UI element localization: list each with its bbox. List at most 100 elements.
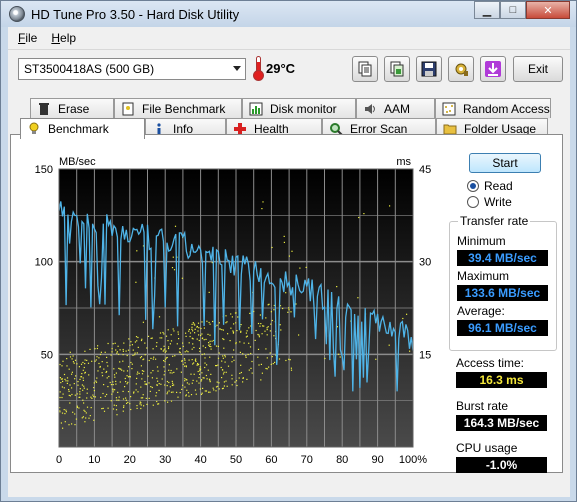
access-time-point — [126, 354, 128, 357]
access-time-point — [60, 422, 62, 424]
access-time-point — [135, 336, 138, 338]
access-time-point — [75, 418, 77, 420]
access-time-point — [116, 352, 118, 354]
title-bar[interactable]: HD Tune Pro 3.50 - Hard Disk Utility ▁ □… — [1, 1, 576, 27]
access-time-point — [163, 349, 165, 351]
access-time-point — [152, 348, 154, 350]
tab-aam-label: AAM — [384, 101, 411, 116]
access-time-point — [258, 336, 260, 338]
access-time-point — [222, 369, 224, 371]
access-time-point — [235, 380, 238, 382]
access-time-point — [182, 342, 184, 344]
access-time-point — [191, 348, 193, 350]
minimize-button[interactable]: ▁ — [474, 1, 500, 19]
access-time-point — [82, 379, 84, 381]
access-time-value: 16.3 ms — [456, 372, 547, 388]
access-time-point — [258, 364, 260, 366]
access-time-point — [266, 368, 268, 370]
access-time-point — [93, 387, 95, 389]
close-button[interactable]: ✕ — [526, 1, 570, 19]
access-time-point — [113, 404, 115, 406]
access-time-point — [137, 346, 139, 348]
access-time-point — [68, 368, 70, 370]
exit-button[interactable]: Exit — [513, 56, 563, 82]
access-time-point — [171, 372, 173, 374]
read-radio[interactable] — [467, 180, 479, 192]
access-time-point — [205, 338, 207, 340]
y2-tick-label: 30 — [419, 257, 431, 269]
access-time-point — [104, 351, 106, 353]
write-option[interactable]: Write — [467, 195, 512, 209]
access-time-point — [178, 338, 180, 340]
access-time-point — [266, 327, 268, 329]
access-time-point — [195, 360, 197, 362]
access-time-point — [271, 246, 273, 249]
access-time-point — [195, 393, 197, 395]
access-time-point — [221, 388, 224, 390]
access-time-point — [103, 410, 106, 412]
access-time-point — [138, 372, 140, 374]
access-time-point — [91, 397, 93, 399]
access-time-point — [174, 355, 176, 357]
access-time-point — [231, 316, 233, 318]
access-time-point — [72, 355, 74, 357]
start-button[interactable]: Start — [469, 153, 541, 173]
access-time-point — [194, 328, 196, 330]
access-time-point — [168, 369, 170, 371]
copy-image-button[interactable] — [384, 56, 410, 82]
drive-select[interactable]: ST3500418AS (500 GB) — [18, 58, 246, 80]
access-time-point — [266, 329, 268, 331]
maximize-button[interactable]: □ — [500, 1, 526, 19]
access-time-point — [193, 323, 195, 325]
access-time-point — [79, 391, 81, 393]
access-time-point — [209, 340, 211, 342]
access-time-point — [337, 353, 340, 355]
access-time-point — [274, 361, 276, 363]
download-button[interactable] — [480, 56, 506, 82]
access-time-point — [225, 315, 227, 317]
access-time-point — [225, 371, 227, 373]
access-time-point — [129, 344, 131, 346]
tab-erase[interactable]: Erase — [30, 98, 114, 118]
access-time-point — [63, 409, 65, 411]
access-time-point — [193, 346, 195, 349]
access-time-point — [197, 330, 199, 332]
menu-file[interactable]: File — [18, 31, 37, 45]
access-time-point — [100, 351, 102, 353]
access-time-point — [232, 332, 234, 334]
access-time-point — [215, 365, 217, 367]
access-time-point — [118, 396, 120, 398]
access-time-point — [205, 374, 207, 377]
access-time-point — [119, 368, 121, 370]
access-time-point — [115, 372, 117, 374]
average-label: Average: — [457, 304, 505, 318]
access-time-point — [114, 376, 116, 378]
tab-aam[interactable]: AAM — [356, 98, 435, 118]
read-option[interactable]: Read — [467, 179, 513, 193]
access-time-point — [125, 350, 127, 352]
options-button[interactable] — [448, 56, 474, 82]
access-time-point — [165, 350, 167, 352]
access-time-point — [61, 365, 63, 367]
access-time-point — [136, 373, 138, 375]
tab-random-access[interactable]: Random Access — [435, 98, 551, 118]
write-radio[interactable] — [467, 196, 479, 208]
access-time-point — [271, 319, 273, 322]
access-time-point — [115, 409, 118, 411]
access-time-point — [166, 393, 168, 395]
access-time-point — [68, 390, 70, 392]
access-time-point — [270, 323, 272, 325]
access-time-point — [251, 360, 253, 363]
menu-help[interactable]: Help — [51, 31, 76, 45]
access-time-point — [159, 337, 161, 339]
access-time-point — [205, 390, 208, 392]
save-button[interactable] — [416, 56, 442, 82]
tab-file-benchmark[interactable]: File Benchmark — [114, 98, 242, 118]
access-time-point — [231, 374, 233, 376]
access-time-point — [170, 391, 173, 393]
access-time-point — [245, 332, 247, 334]
tab-disk-monitor[interactable]: Disk monitor — [242, 98, 356, 118]
access-time-point — [196, 325, 198, 328]
copy-text-button[interactable] — [352, 56, 378, 82]
tab-benchmark[interactable]: Benchmark — [20, 118, 145, 139]
